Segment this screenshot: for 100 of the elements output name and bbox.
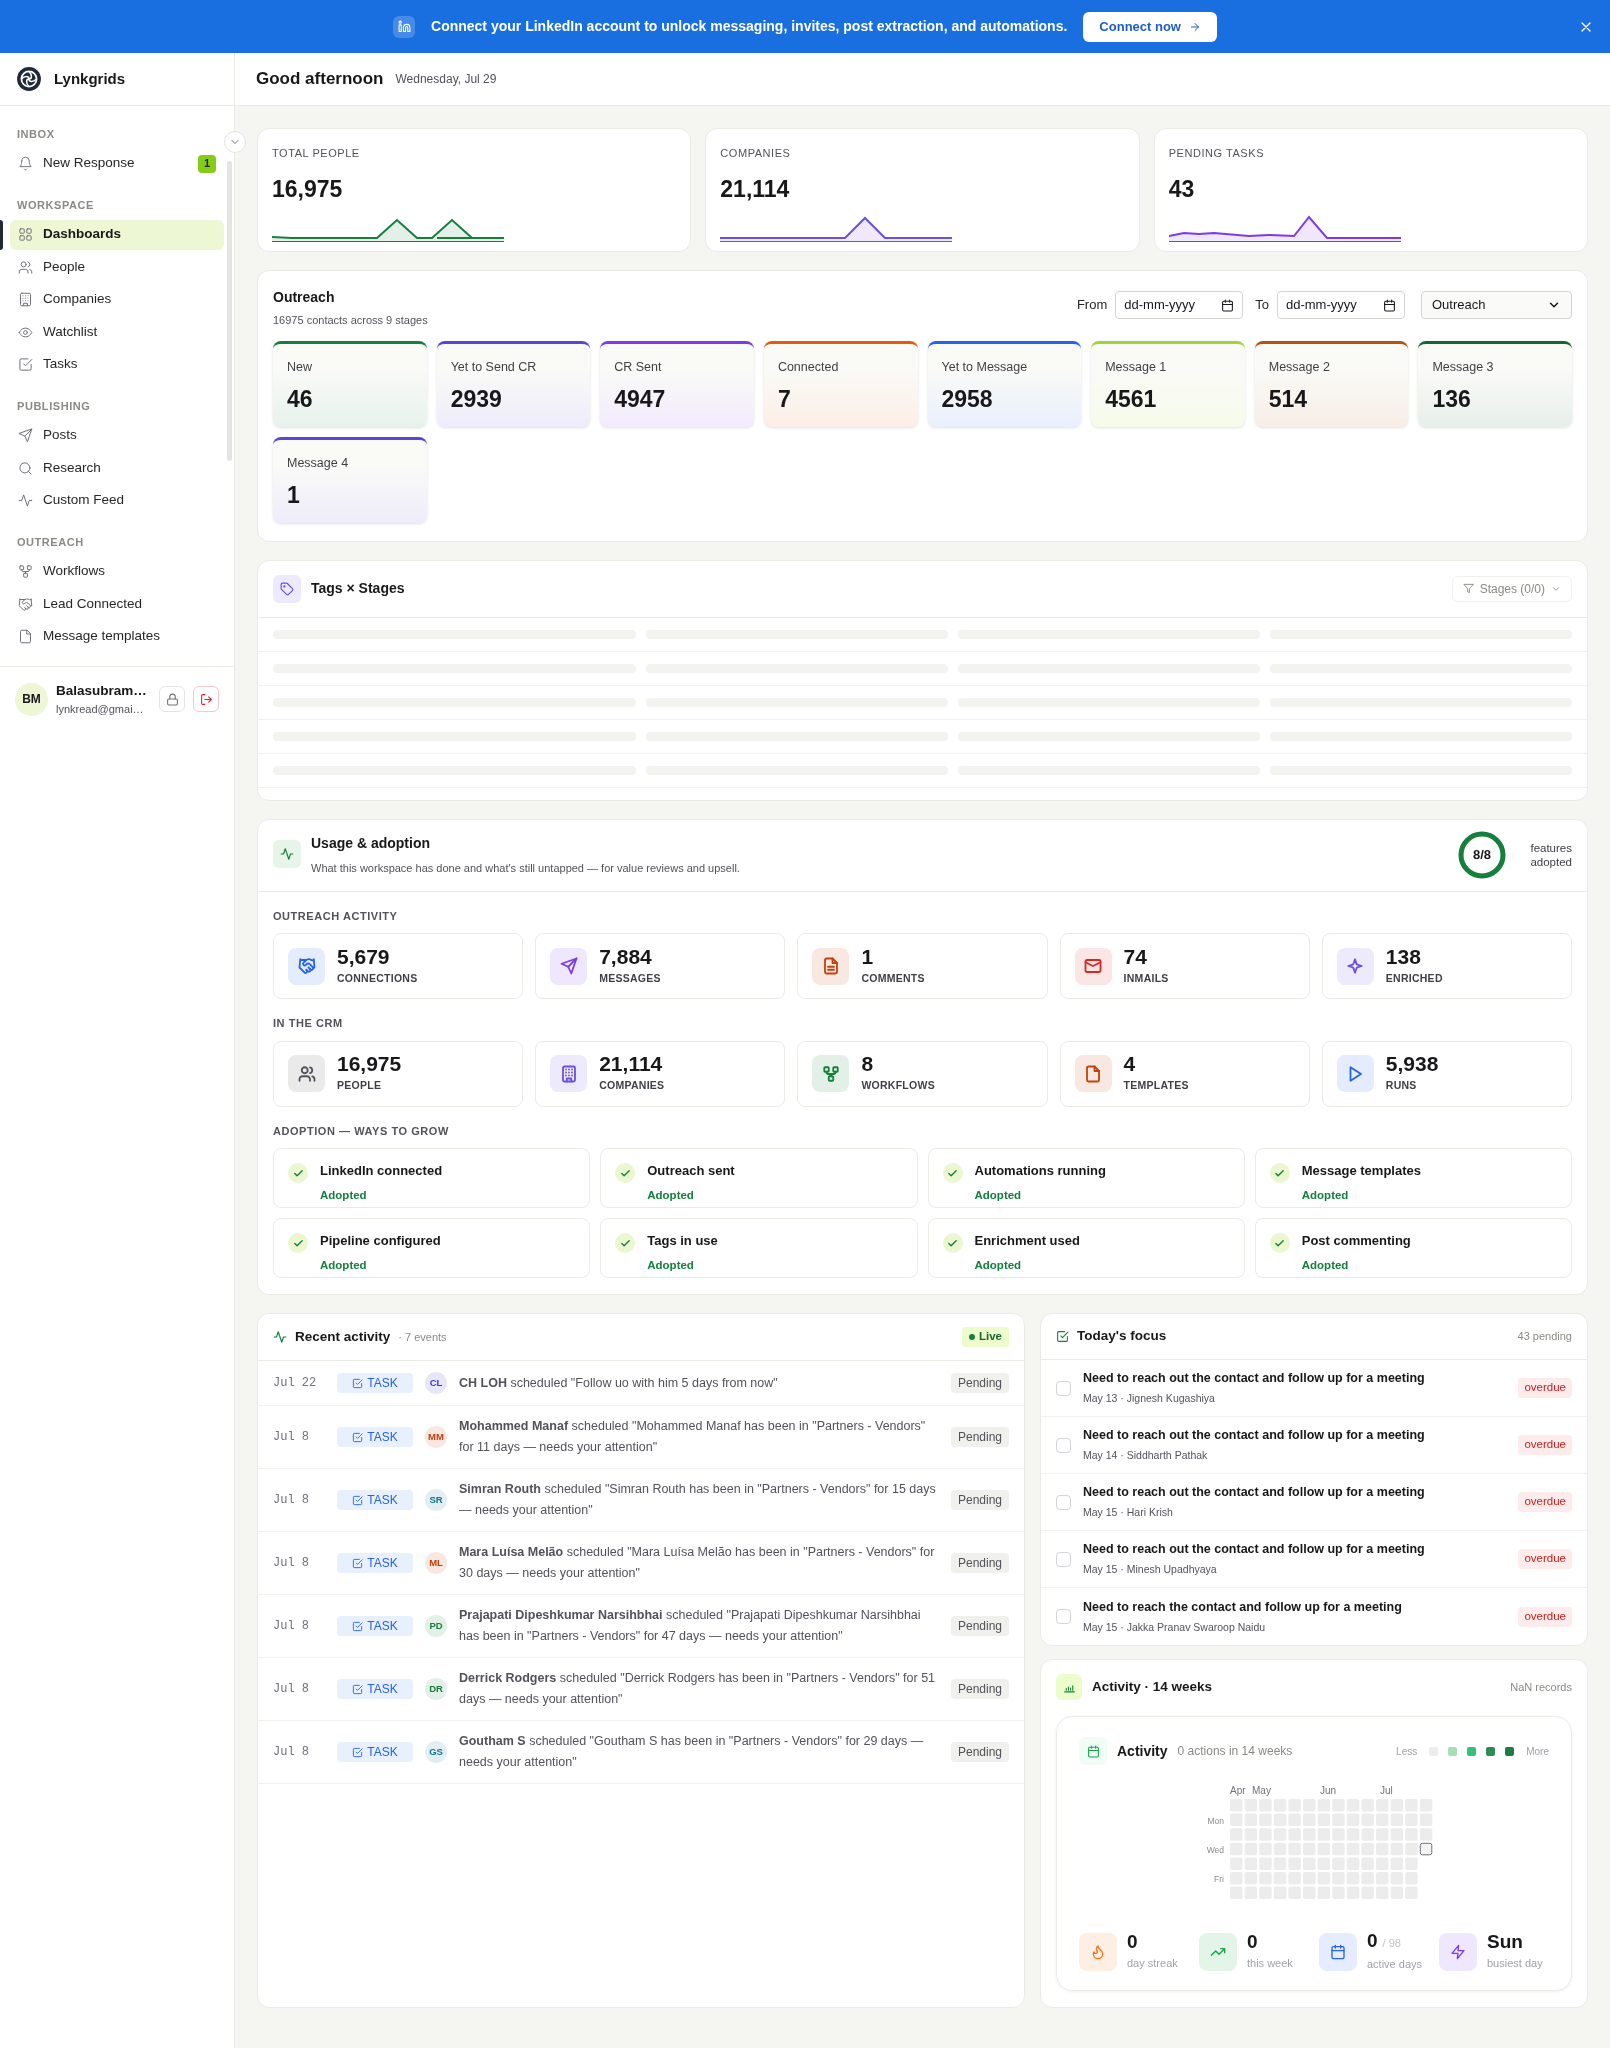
avatar: PD	[425, 1615, 447, 1637]
checkbox-icon	[352, 1683, 364, 1695]
section-title: Today's focus	[1077, 1327, 1168, 1346]
stage-card[interactable]: New 46	[273, 340, 427, 427]
eye-icon	[18, 324, 33, 340]
date-field[interactable]: dd-mm-yyyy	[1277, 291, 1405, 319]
status-badge: Pending	[950, 1373, 1009, 1393]
task-meta: May 15 · Minesh Upadhyaya	[1083, 1562, 1218, 1577]
adoption-label: features adopted	[1529, 840, 1572, 870]
connect-now-button[interactable]: Connect now	[1083, 11, 1217, 42]
task-checkbox[interactable]	[1056, 1551, 1071, 1567]
section-label: OUTREACH ACTIVITY	[272, 908, 399, 924]
feature-name: Post commenting	[1301, 1232, 1411, 1250]
feature-status: Adopted	[647, 1257, 695, 1273]
task-checkbox[interactable]	[1056, 1437, 1071, 1453]
workflow-icon	[18, 564, 33, 579]
metric-value: 5,938	[1385, 1053, 1439, 1075]
metric-value: 138	[1385, 945, 1422, 967]
day-label: Fri	[1214, 1873, 1224, 1884]
tag-icon	[273, 574, 301, 603]
building-icon	[18, 292, 33, 307]
task-checkbox[interactable]	[1056, 1494, 1071, 1510]
month-label: Apr	[1230, 1784, 1246, 1798]
section-label: INBOX	[16, 127, 56, 142]
stage-card[interactable]: Message 4 1	[273, 436, 427, 523]
nav-item[interactable]: People	[10, 252, 224, 282]
feature-status: Adopted	[974, 1187, 1023, 1203]
stage-card[interactable]: Message 1 4561	[1091, 340, 1245, 427]
send-icon	[18, 428, 33, 443]
nav-item[interactable]: Companies	[10, 284, 224, 315]
logout-button[interactable]	[193, 686, 219, 713]
checkbox-icon	[1056, 1330, 1069, 1343]
lock-button[interactable]	[159, 686, 185, 713]
collapse-button[interactable]	[224, 131, 246, 153]
task-checkbox[interactable]	[1056, 1609, 1071, 1624]
event-description: Prajapati Dipeshkumar Narsihbhai scheduled "Prajapati Dipeshkumar Narsihbhai has been in "Partners - Vendors" for 47 days — needs your attention"	[459, 1607, 922, 1645]
task-title: Need to reach out the contact and follow up for a meeting	[1083, 1370, 1426, 1388]
checkbox-icon	[352, 1377, 364, 1389]
stage-card[interactable]: Yet to Message 2958	[927, 340, 1082, 427]
stat-label: PENDING TASKS	[1168, 146, 1266, 161]
nav-item[interactable]: Posts	[10, 420, 224, 451]
activity-summary: 0 actions in 14 weeks	[1177, 1743, 1294, 1760]
metric-label: ENRICHED	[1385, 970, 1443, 986]
status-badge: Pending	[950, 1616, 1009, 1636]
event-date: Jul 8	[273, 1429, 310, 1446]
task-tag: TASK	[337, 1490, 413, 1510]
metric-value: 7,884	[599, 945, 653, 967]
arrow-right-icon	[1188, 20, 1201, 33]
stat-value: 43	[1168, 174, 1196, 204]
feature-name: Message templates	[1301, 1162, 1421, 1180]
task-checkbox[interactable]	[1056, 1380, 1071, 1396]
overdue-badge: overdue	[1518, 1549, 1572, 1569]
pulse-icon	[273, 1330, 287, 1344]
metric-value: 8	[861, 1053, 875, 1075]
nav-item[interactable]: New Response 1	[10, 148, 224, 179]
event-date: Jul 8	[273, 1681, 310, 1698]
stat-label: day streak	[1127, 1955, 1178, 1971]
stage-card[interactable]: CR Sent 4947	[600, 340, 754, 427]
event-description: Derrick Rodgers scheduled "Derrick Rodgers has been in "Partners - Vendors" for 51 days — needs your attention"	[459, 1670, 937, 1708]
date-field[interactable]: dd-mm-yyyy	[1115, 291, 1244, 319]
event-description: Mara Luísa Melão scheduled "Mara Luísa Melão has been in "Partners - Vendors" for 30 days — needs your attention"	[459, 1544, 936, 1582]
feature-status: Adopted	[320, 1257, 368, 1273]
field-label: From	[1076, 296, 1108, 315]
lock-icon	[165, 692, 179, 706]
calendar-icon	[1383, 298, 1396, 312]
stage-card[interactable]: Message 2 514	[1254, 340, 1409, 427]
nav-item[interactable]: Research	[10, 453, 224, 483]
stage-card[interactable]: Yet to Send CR 2939	[436, 340, 591, 427]
pipeline-select[interactable]: Outreach	[1421, 291, 1572, 319]
metric-label: MESSAGES	[599, 970, 661, 986]
nav-item[interactable]: Watchlist	[10, 317, 224, 347]
banner-message: Connect your LinkedIn account to unlock messaging, invites, post extraction, and automations.	[431, 17, 1068, 36]
status-badge: Pending	[950, 1553, 1009, 1573]
event-description: CH LOH scheduled "Follow uo with him 5 days from now"	[459, 1374, 779, 1392]
grid-icon	[18, 227, 33, 242]
checkbox-icon	[352, 1494, 364, 1506]
nav-item[interactable]: Tasks	[10, 349, 224, 380]
feature-name: Tags in use	[647, 1232, 718, 1250]
stages-filter-button[interactable]: Stages (0/0)	[1451, 575, 1572, 602]
event-date: Jul 8	[273, 1744, 310, 1761]
month-label: Jun	[1320, 1784, 1337, 1798]
metric-label: WORKFLOWS	[861, 1078, 935, 1094]
nav-item[interactable]: Message templates	[10, 621, 224, 652]
event-description: Goutham S scheduled "Goutham S has been in "Partners - Vendors" for 29 days — needs your attention"	[459, 1733, 925, 1771]
stat-label: TOTAL PEOPLE	[272, 146, 361, 161]
status-badge: Pending	[950, 1679, 1009, 1699]
people-icon	[18, 259, 33, 275]
stage-card[interactable]: Connected 7	[763, 340, 918, 427]
avatar: GS	[425, 1741, 447, 1763]
logo-icon	[16, 66, 42, 92]
stat-label: active days	[1367, 1956, 1423, 1972]
active-indicator	[0, 219, 3, 250]
stat-label: busiest day	[1487, 1955, 1543, 1971]
avatar: CL	[425, 1372, 447, 1394]
stage-card[interactable]: Message 3 136	[1418, 340, 1572, 427]
metric-label: CONNECTIONS	[337, 970, 418, 986]
nav-item[interactable]: Custom Feed	[10, 485, 224, 516]
nav-item[interactable]: Workflows	[10, 556, 224, 587]
overdue-badge: overdue	[1518, 1435, 1572, 1455]
nav-item[interactable]: Lead Connected	[10, 589, 224, 619]
